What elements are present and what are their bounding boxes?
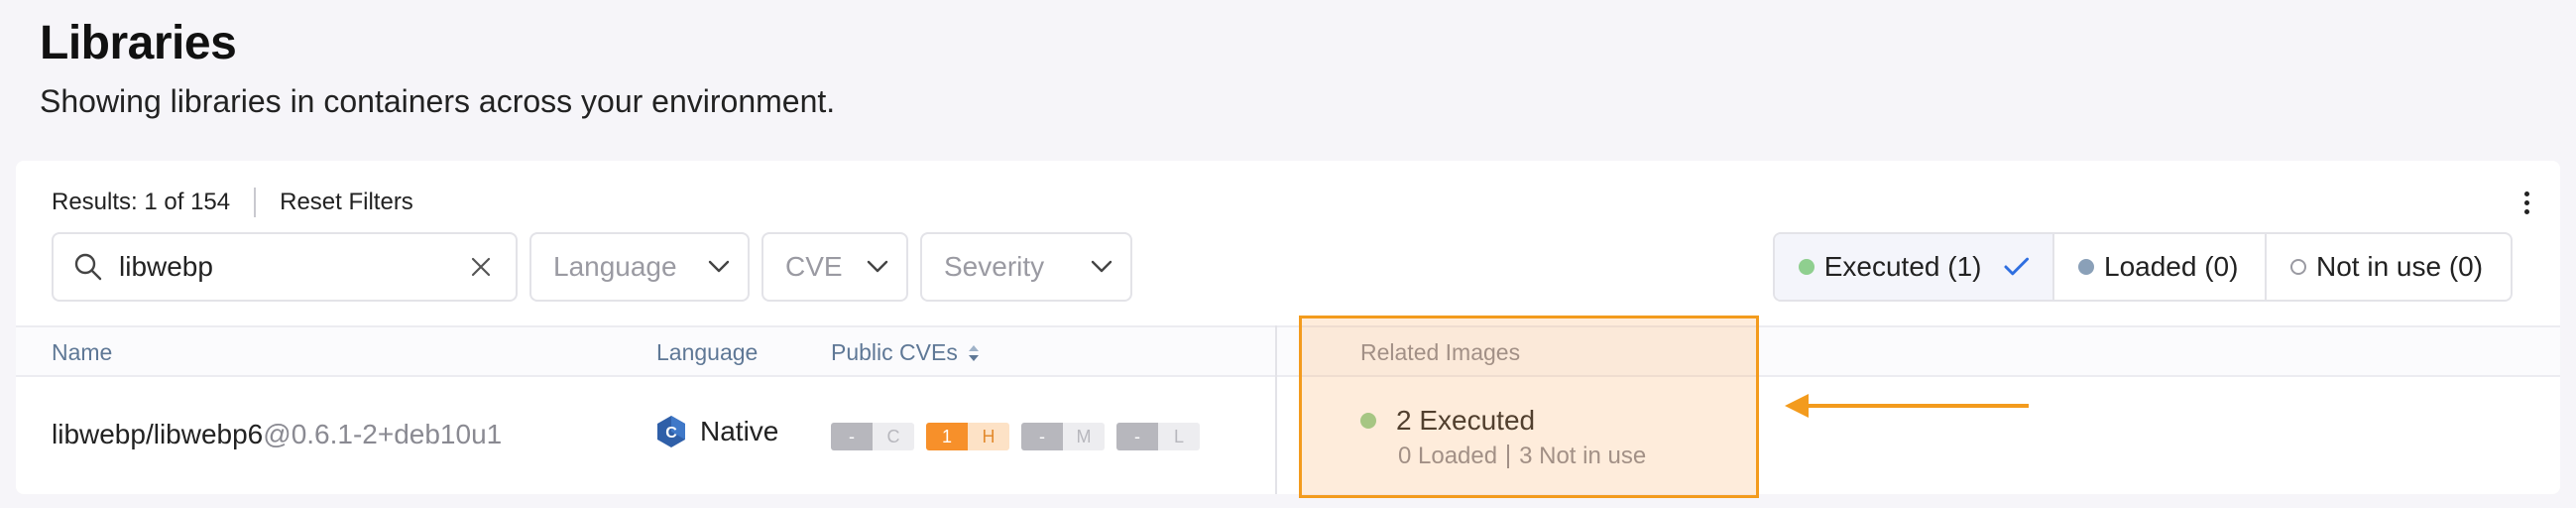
cve-critical-label: C	[873, 423, 914, 450]
column-header-public-cves-label: Public CVEs	[831, 339, 958, 365]
page-subtitle: Showing libraries in containers across y…	[40, 83, 836, 119]
cve-medium-label: M	[1063, 423, 1105, 450]
cve-dropdown[interactable]: CVE	[761, 232, 908, 302]
cve-critical-badge: - C	[831, 423, 914, 450]
table-row[interactable]: libwebp/libwebp6@0.6.1-2+deb10u1 C Nativ…	[16, 377, 2560, 494]
page-title: Libraries	[40, 17, 237, 69]
cve-low-count: -	[1116, 423, 1158, 450]
severity-dropdown[interactable]: Severity	[920, 232, 1132, 302]
arrow-left-icon	[1785, 394, 2029, 418]
not-in-use-toggle[interactable]: Not in use (0)	[2267, 234, 2511, 300]
search-value: libwebp	[119, 251, 213, 282]
chevron-down-icon	[708, 260, 730, 273]
chevron-down-icon	[867, 260, 888, 273]
language-label: Native	[700, 416, 779, 446]
svg-text:C: C	[665, 425, 677, 442]
cve-medium-badge: - M	[1021, 423, 1105, 450]
native-language-icon: C	[657, 416, 685, 447]
not-in-use-toggle-label: Not in use (0)	[2316, 251, 2484, 282]
cve-high-badge[interactable]: 1 H	[926, 423, 1009, 450]
results-count: Results: 1 of 154	[52, 189, 231, 215]
cve-dropdown-label: CVE	[785, 251, 843, 282]
search-input[interactable]: libwebp	[52, 232, 518, 302]
results-bar: Results: 1 of 154 Reset Filters	[52, 187, 413, 218]
libraries-card: Results: 1 of 154 Reset Filters libwebp …	[16, 161, 2560, 494]
cve-low-label: L	[1158, 423, 1200, 450]
cve-high-count: 1	[926, 423, 968, 450]
highlight-box	[1299, 316, 1759, 498]
executed-toggle-label: Executed (1)	[1823, 251, 1982, 282]
library-name[interactable]: libwebp/libwebp6@0.6.1-2+deb10u1	[52, 419, 502, 450]
search-icon	[74, 253, 102, 281]
executed-dot-icon	[1799, 259, 1815, 275]
library-package: libwebp/libwebp6	[52, 419, 264, 449]
more-options-icon[interactable]	[2517, 185, 2536, 220]
language-dropdown[interactable]: Language	[529, 232, 750, 302]
clear-search-icon[interactable]	[470, 256, 492, 278]
library-version: @0.6.1-2+deb10u1	[263, 419, 503, 449]
column-header-name[interactable]: Name	[52, 339, 112, 366]
cve-low-badge: - L	[1116, 423, 1200, 450]
loaded-dot-icon	[2078, 259, 2094, 275]
language-cell: C Native	[656, 415, 778, 448]
loaded-toggle[interactable]: Loaded (0)	[2054, 234, 2267, 300]
not-in-use-dot-icon	[2290, 259, 2306, 275]
usage-status-toggle-group: Executed (1) Loaded (0) Not in use (0)	[1773, 232, 2513, 302]
sort-icon	[968, 344, 979, 361]
cve-high-label: H	[968, 423, 1009, 450]
loaded-toggle-label: Loaded (0)	[2104, 251, 2239, 282]
checkmark-icon	[2004, 257, 2030, 276]
divider	[254, 188, 257, 217]
reset-filters-button[interactable]: Reset Filters	[280, 189, 413, 216]
cve-critical-count: -	[831, 423, 873, 450]
cve-medium-count: -	[1021, 423, 1063, 450]
column-header-public-cves[interactable]: Public CVEs	[831, 339, 980, 366]
public-cves-cell: - C 1 H - M - L	[831, 423, 1212, 450]
executed-toggle[interactable]: Executed (1)	[1775, 234, 2054, 300]
severity-dropdown-label: Severity	[944, 251, 1045, 282]
table-header: Name Language Public CVEs Related Images	[16, 325, 2560, 377]
chevron-down-icon	[1091, 260, 1112, 273]
language-dropdown-label: Language	[553, 251, 677, 282]
column-header-language[interactable]: Language	[656, 339, 758, 366]
